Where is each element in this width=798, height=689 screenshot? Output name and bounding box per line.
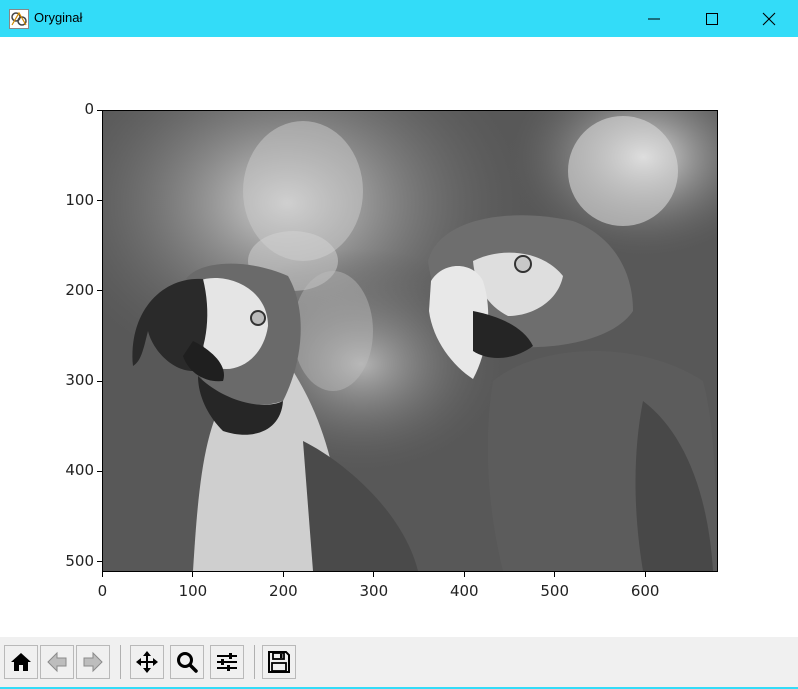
home-button[interactable] bbox=[4, 645, 38, 679]
y-tick-label: 0 bbox=[84, 100, 94, 119]
navigation-toolbar bbox=[0, 637, 798, 689]
y-tick-mark bbox=[97, 380, 102, 382]
x-tick-label: 200 bbox=[269, 582, 298, 600]
toolbar-separator bbox=[254, 645, 255, 679]
x-tick-mark bbox=[282, 572, 284, 577]
x-tick-mark bbox=[644, 572, 646, 577]
maximize-icon bbox=[706, 13, 718, 25]
minimize-icon bbox=[648, 18, 660, 20]
magnifier-icon bbox=[177, 652, 198, 673]
minimize-button[interactable] bbox=[625, 0, 683, 37]
configure-subplots-button[interactable] bbox=[210, 645, 244, 679]
x-tick-label: 400 bbox=[449, 582, 479, 600]
move-icon bbox=[136, 651, 158, 673]
arrow-right-icon bbox=[83, 651, 103, 673]
save-button[interactable] bbox=[262, 645, 296, 679]
pan-button[interactable] bbox=[130, 645, 164, 679]
y-tick-mark bbox=[97, 561, 102, 563]
x-tick-mark bbox=[463, 572, 465, 577]
back-button[interactable] bbox=[40, 645, 74, 679]
floppy-disk-icon bbox=[268, 651, 290, 673]
y-tick-mark bbox=[97, 200, 102, 202]
title-bar: Oryginał bbox=[0, 0, 798, 37]
zoom-button[interactable] bbox=[170, 645, 204, 679]
maximize-button[interactable] bbox=[683, 0, 741, 37]
y-tick-label: 100 bbox=[65, 190, 94, 209]
y-tick-mark bbox=[97, 109, 102, 111]
toolbar-separator bbox=[120, 645, 121, 679]
home-icon bbox=[11, 653, 31, 671]
y-tick-mark bbox=[97, 290, 102, 292]
window-title: Oryginał bbox=[34, 10, 83, 25]
parrots-image bbox=[103, 111, 717, 571]
x-tick-mark bbox=[554, 572, 556, 577]
arrow-left-icon bbox=[47, 651, 67, 673]
x-tick-label: 0 bbox=[97, 582, 108, 600]
x-tick-label: 500 bbox=[540, 582, 570, 600]
y-tick-label: 300 bbox=[65, 371, 94, 390]
y-tick-label: 200 bbox=[65, 280, 94, 299]
close-icon bbox=[762, 12, 776, 26]
x-tick-label: 600 bbox=[630, 582, 660, 600]
close-button[interactable] bbox=[740, 0, 798, 37]
image-axes[interactable] bbox=[102, 110, 718, 572]
y-tick-mark bbox=[97, 470, 102, 472]
y-tick-label: 400 bbox=[65, 461, 94, 480]
x-tick-mark bbox=[101, 572, 103, 577]
forward-button[interactable] bbox=[76, 645, 110, 679]
sliders-icon bbox=[217, 653, 237, 671]
x-tick-mark bbox=[192, 572, 194, 577]
x-tick-label: 300 bbox=[359, 582, 389, 600]
x-tick-label: 100 bbox=[178, 582, 208, 600]
x-tick-mark bbox=[373, 572, 375, 577]
app-icon bbox=[9, 9, 29, 29]
y-tick-label: 500 bbox=[65, 551, 94, 570]
